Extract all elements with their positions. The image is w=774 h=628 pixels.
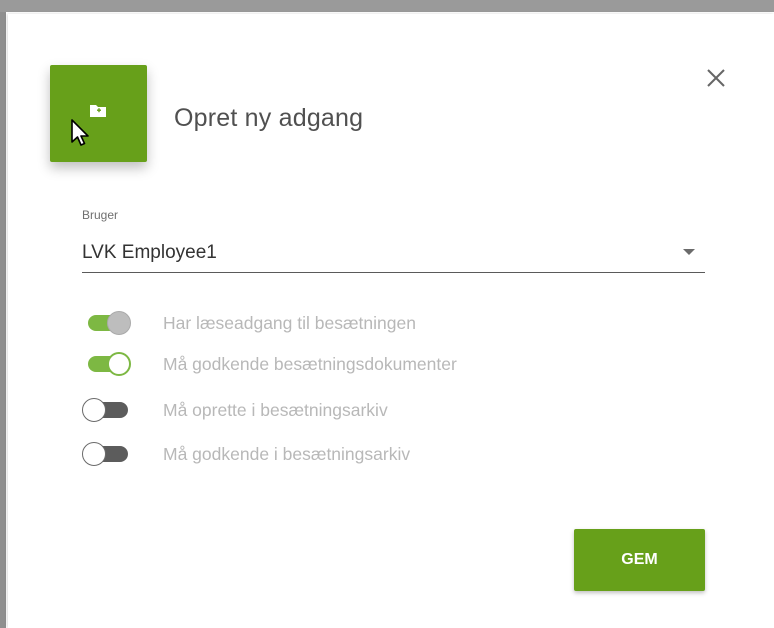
toggle-create-archive[interactable] [82,398,130,422]
mouse-cursor-icon [71,119,89,146]
permission-row-read-access: Har læseadgang til besætningen [82,308,582,336]
background-left-edge [0,12,6,628]
toggle-approve-archive[interactable] [82,442,130,466]
toggle-thumb [82,398,106,422]
permission-row-approve-archive: Må godkende i besætningsarkiv [82,439,582,467]
save-button[interactable]: GEM [574,529,705,591]
dialog-header-icon-tile [50,65,147,162]
permission-label-approve-archive: Må godkende i besætningsarkiv [163,444,411,464]
dialog-title: Opret ny adgang [174,104,364,132]
user-select[interactable]: LVK Employee1 [82,232,705,273]
toggle-thumb [107,311,131,335]
dropdown-arrow-icon [683,249,695,255]
background-top-edge [0,0,774,12]
permission-label-approve-documents: Må godkende besætningsdokumenter [163,354,457,374]
user-select-value: LVK Employee1 [82,242,217,263]
folder-add-icon [90,105,106,117]
toggle-thumb [82,442,106,466]
permission-row-approve-documents: Må godkende besætningsdokumenter [82,349,582,377]
close-icon [707,69,725,87]
toggle-thumb [107,352,131,376]
permission-label-create-archive: Må oprette i besætningsarkiv [163,400,388,420]
permission-row-create-archive: Må oprette i besætningsarkiv [82,395,582,423]
user-field-label: Bruger [82,208,119,222]
close-button[interactable] [704,66,728,90]
toggle-approve-documents[interactable] [82,352,131,376]
permission-label-read-access: Har læseadgang til besætningen [163,313,416,333]
toggle-read-access[interactable] [82,311,131,335]
